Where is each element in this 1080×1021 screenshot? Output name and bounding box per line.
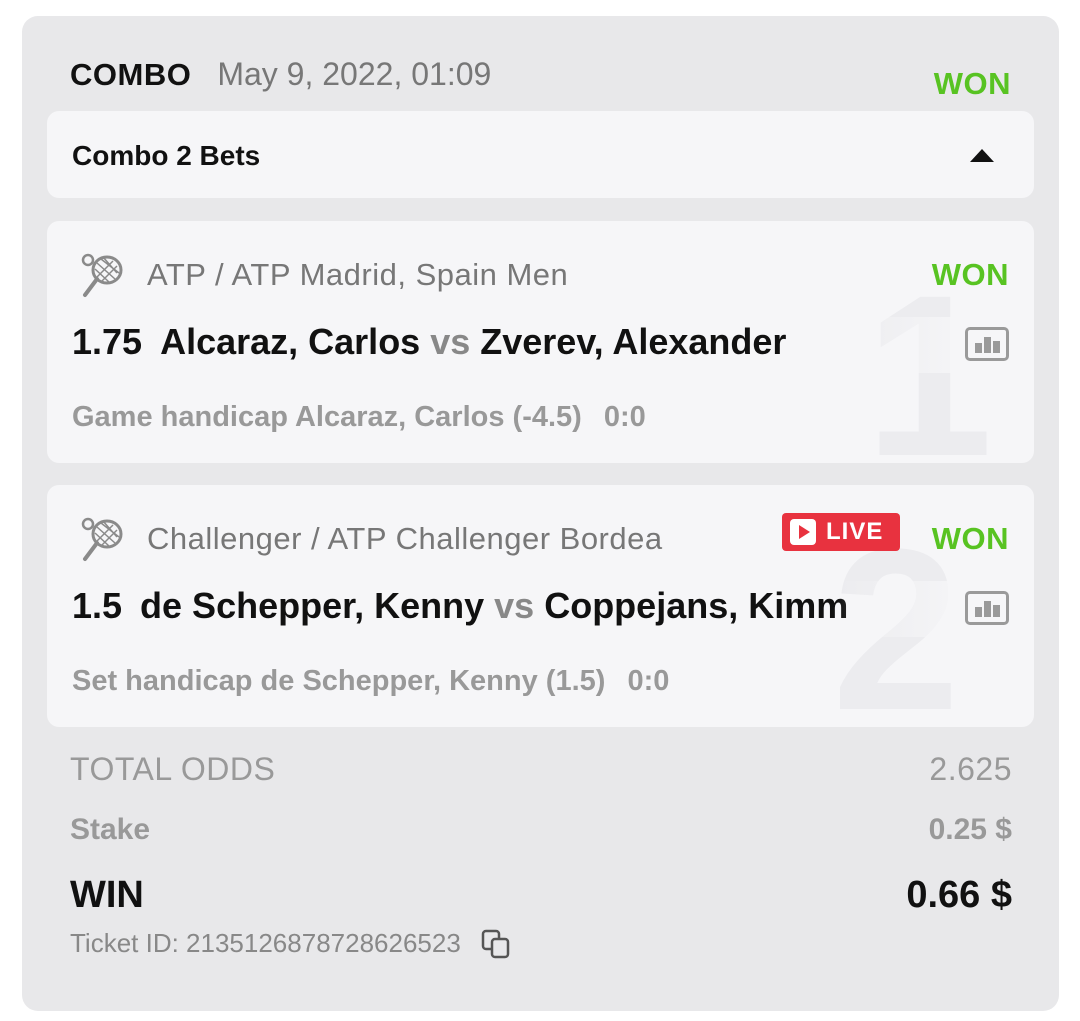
stats-icon[interactable]	[965, 327, 1009, 361]
bet-odds: 1.75	[72, 321, 143, 362]
total-odds-label: TOTAL ODDS	[70, 751, 276, 787]
market-label: Set handicap de Schepper, Kenny (1.5)	[72, 665, 606, 697]
stake-label: Stake	[70, 813, 151, 846]
win-row: WIN 0.66 $	[70, 874, 1012, 917]
combo-toggle-label: Combo 2 Bets	[72, 140, 261, 171]
bet-item-1[interactable]: 1 ATP / ATP Madrid, Spain Men WON 1.75Al…	[47, 221, 1034, 463]
team-away: Coppejans, Kimm	[544, 585, 849, 626]
ticket-status-badge: WON	[933, 66, 1011, 101]
ticket-id-row: Ticket ID: 2135126878728626523	[70, 928, 511, 959]
bet-status-badge: WON	[931, 257, 1009, 292]
win-label: WIN	[70, 874, 144, 916]
bet-type-label: COMBO	[70, 57, 192, 92]
bet-odds: 1.5	[72, 585, 123, 626]
bet-item-2[interactable]: 2 Challenger / ATP Challenger Bordea LIV…	[47, 485, 1034, 727]
bet-status-badge: WON	[931, 521, 1009, 556]
vs-label: vs	[494, 585, 535, 626]
total-odds-row: TOTAL ODDS 2.625	[70, 751, 1012, 788]
tennis-racket-icon	[81, 517, 123, 561]
win-value: 0.66 $	[906, 874, 1012, 916]
bet-ticket-card: COMBO May 9, 2022, 01:09 WON Combo 2 Bet…	[22, 16, 1059, 1011]
team-away: Zverev, Alexander	[480, 321, 787, 362]
team-home: de Schepper, Kenny	[140, 585, 485, 626]
total-odds-value: 2.625	[929, 751, 1012, 787]
match-line: 1.75 Alcaraz, Carlos vs Zverev, Alexander	[72, 321, 952, 363]
score-label: 0:0	[603, 401, 646, 433]
league-label: ATP / ATP Madrid, Spain Men	[147, 257, 569, 292]
team-home: Alcaraz, Carlos	[160, 321, 421, 362]
combo-toggle[interactable]: Combo 2 Bets	[47, 111, 1034, 198]
caret-up-icon	[970, 149, 994, 162]
text-fade	[837, 581, 977, 637]
tennis-racket-icon	[81, 253, 123, 297]
vs-label: vs	[430, 321, 471, 362]
ticket-header: COMBO May 9, 2022, 01:09	[70, 56, 491, 93]
stake-row: Stake 0.25 $	[70, 813, 1012, 847]
stake-value: 0.25 $	[928, 813, 1012, 846]
live-label: LIVE	[826, 518, 884, 545]
league-label: Challenger / ATP Challenger Bordea	[147, 521, 663, 556]
bet-date: May 9, 2022, 01:09	[217, 56, 492, 92]
play-icon	[790, 519, 816, 545]
market-line: Set handicap de Schepper, Kenny (1.5) 0:0	[72, 665, 669, 698]
score-label: 0:0	[627, 665, 670, 697]
text-fade	[837, 317, 977, 373]
market-label: Game handicap Alcaraz, Carlos (-4.5)	[72, 401, 582, 433]
match-line: 1.5 de Schepper, Kenny vs Coppejans, Kimm	[72, 585, 952, 627]
stats-icon[interactable]	[965, 591, 1009, 625]
ticket-id: Ticket ID: 2135126878728626523	[70, 928, 461, 958]
market-line: Game handicap Alcaraz, Carlos (-4.5) 0:0	[72, 401, 646, 434]
live-badge: LIVE	[782, 513, 900, 551]
copy-icon[interactable]	[481, 929, 511, 959]
